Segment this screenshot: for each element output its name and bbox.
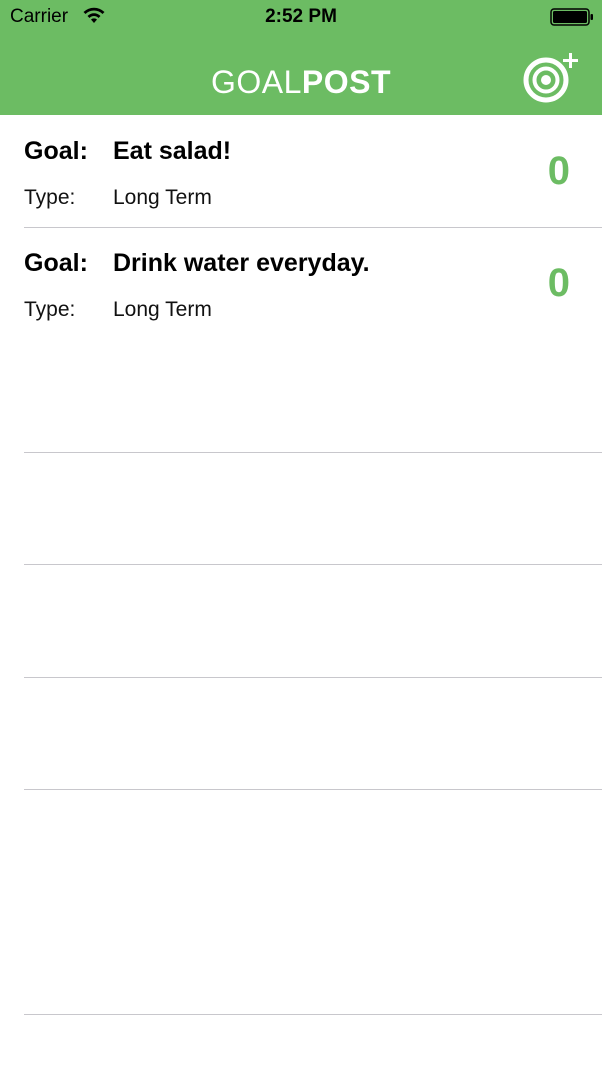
goal-label: Goal: bbox=[24, 249, 88, 277]
type-label: Type: bbox=[24, 186, 76, 209]
goal-label: Goal: bbox=[24, 137, 88, 165]
goal-type: Long Term bbox=[113, 298, 212, 321]
row-separator bbox=[24, 789, 602, 790]
status-bar: Carrier 2:52 PM bbox=[0, 0, 602, 34]
goal-description: Drink water everyday. bbox=[113, 249, 370, 277]
goal-row[interactable]: Goal: Eat salad! Type: Long Term 0 bbox=[0, 115, 602, 227]
app-title-light: GOAL bbox=[210, 64, 302, 100]
row-separator bbox=[24, 1014, 602, 1015]
type-label: Type: bbox=[24, 298, 76, 321]
app-title: GOALPOST bbox=[0, 62, 602, 102]
app-title-bold: POST bbox=[301, 64, 392, 100]
goal-row[interactable]: Goal: Drink water everyday. Type: Long T… bbox=[0, 227, 602, 339]
goal-type: Long Term bbox=[113, 186, 212, 209]
goal-progress-count: 0 bbox=[547, 149, 570, 193]
goal-progress-count: 0 bbox=[547, 261, 570, 305]
row-separator bbox=[24, 564, 602, 565]
row-separator bbox=[24, 452, 602, 453]
row-separator bbox=[24, 677, 602, 678]
target-plus-icon bbox=[523, 53, 578, 103]
navigation-bar: Carrier 2:52 PM GOALPOST bbox=[0, 0, 602, 115]
battery-icon bbox=[550, 8, 593, 26]
goal-description: Eat salad! bbox=[113, 137, 232, 165]
clock: 2:52 PM bbox=[265, 6, 337, 27]
add-goal-button[interactable] bbox=[520, 50, 584, 108]
